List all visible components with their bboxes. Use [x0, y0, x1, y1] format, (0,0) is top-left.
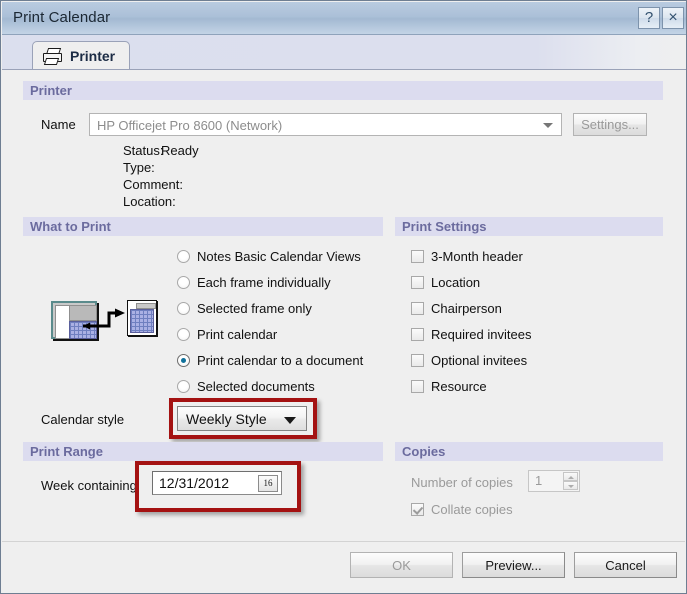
calendar-style-value: Weekly Style [186, 411, 267, 427]
preview-button[interactable]: Preview... [462, 552, 565, 578]
checkbox-icon [411, 276, 424, 289]
checkbox-icon [411, 250, 424, 263]
checkbox-icon [411, 380, 424, 393]
radio-icon [177, 354, 190, 367]
flow-arrow-icon [83, 308, 125, 330]
option-label: Each frame individually [197, 275, 331, 290]
checkbox-required-invitees[interactable]: Required invitees [411, 327, 531, 342]
tab-printer-label: Printer [70, 47, 116, 64]
radio-selected-frame-only[interactable]: Selected frame only [177, 301, 312, 316]
radio-print-calendar-to-a-document[interactable]: Print calendar to a document [177, 353, 363, 368]
close-icon[interactable]: × [662, 7, 684, 29]
checkbox-resource[interactable]: Resource [411, 379, 487, 394]
printer-settings-button[interactable]: Settings... [573, 113, 647, 136]
tab-strip: Printer [2, 35, 686, 70]
checkbox-collate-copies[interactable]: Collate copies [411, 502, 513, 517]
radio-notes-basic-calendar-views[interactable]: Notes Basic Calendar Views [177, 249, 361, 264]
chevron-down-icon [284, 417, 296, 424]
help-button[interactable]: ? [638, 7, 660, 29]
radio-each-frame-individually[interactable]: Each frame individually [177, 275, 331, 290]
ok-button[interactable]: OK [350, 552, 453, 578]
print-range-header: Print Range [23, 442, 383, 461]
titlebar: Print Calendar ? × [2, 2, 686, 35]
printer-name-select[interactable]: HP Officejet Pro 8600 (Network) [89, 113, 562, 136]
printer-name-label: Name [41, 117, 76, 132]
printer-location-label: Location: [123, 194, 176, 209]
week-containing-input[interactable]: 12/31/2012 16 [152, 471, 282, 495]
stepper-down-icon[interactable] [563, 481, 578, 490]
calendar-style-label: Calendar style [41, 412, 125, 427]
radio-icon [177, 250, 190, 263]
calendar-style-select[interactable]: Weekly Style [177, 406, 307, 431]
option-label: Chairperson [431, 301, 502, 316]
radio-icon [177, 276, 190, 289]
checkbox-3-month-header[interactable]: 3-Month header [411, 249, 523, 264]
document-preview-icon [127, 300, 157, 336]
checkbox-icon [411, 302, 424, 315]
radio-selected-documents[interactable]: Selected documents [177, 379, 315, 394]
tab-printer[interactable]: Printer [32, 41, 131, 69]
checkbox-chairperson[interactable]: Chairperson [411, 301, 502, 316]
number-of-copies-value: 1 [535, 473, 543, 488]
week-containing-label: Week containing [41, 478, 137, 493]
print-illustration [51, 298, 161, 344]
printer-section-header: Printer [23, 81, 663, 100]
printer-comment-label: Comment: [123, 177, 183, 192]
number-of-copies-label: Number of copies [411, 475, 513, 490]
radio-icon [177, 328, 190, 341]
printer-status-label: Status: [123, 143, 164, 158]
checkbox-icon [411, 354, 424, 367]
option-label: 3-Month header [431, 249, 523, 264]
option-label: Optional invitees [431, 353, 528, 368]
option-label: Required invitees [431, 327, 532, 342]
checkbox-location[interactable]: Location [411, 275, 480, 290]
print-settings-header: Print Settings [395, 217, 663, 236]
option-label: Print calendar to a document [197, 353, 364, 368]
footer-divider [2, 541, 685, 542]
option-label: Selected documents [197, 379, 315, 394]
printer-status-value: Ready [161, 143, 199, 158]
printer-type-label: Type: [123, 160, 155, 175]
chevron-down-icon [543, 122, 553, 128]
what-to-print-header: What to Print [23, 217, 383, 236]
option-label: Location [431, 275, 481, 290]
option-label: Notes Basic Calendar Views [197, 249, 361, 264]
option-label: Print calendar [197, 327, 278, 342]
number-of-copies-stepper[interactable]: 1 [528, 470, 580, 492]
checkbox-icon [411, 328, 424, 341]
printer-icon [43, 47, 62, 65]
option-label: Selected frame only [197, 301, 312, 316]
checkbox-icon [411, 503, 424, 516]
checkbox-optional-invitees[interactable]: Optional invitees [411, 353, 527, 368]
week-containing-value: 12/31/2012 [159, 475, 230, 491]
radio-print-calendar[interactable]: Print calendar [177, 327, 277, 342]
radio-icon [177, 302, 190, 315]
option-label: Collate copies [431, 502, 513, 517]
stepper-up-icon[interactable] [563, 472, 578, 481]
printer-name-value: HP Officejet Pro 8600 (Network) [97, 118, 283, 133]
radio-icon [177, 380, 190, 393]
window-title: Print Calendar [13, 9, 111, 26]
option-label: Resource [431, 379, 487, 394]
copies-header: Copies [395, 442, 663, 461]
print-calendar-dialog: Print Calendar ? × Printer Printer Name … [0, 0, 687, 594]
cancel-button[interactable]: Cancel [574, 552, 677, 578]
calendar-picker-icon[interactable]: 16 [258, 475, 278, 492]
